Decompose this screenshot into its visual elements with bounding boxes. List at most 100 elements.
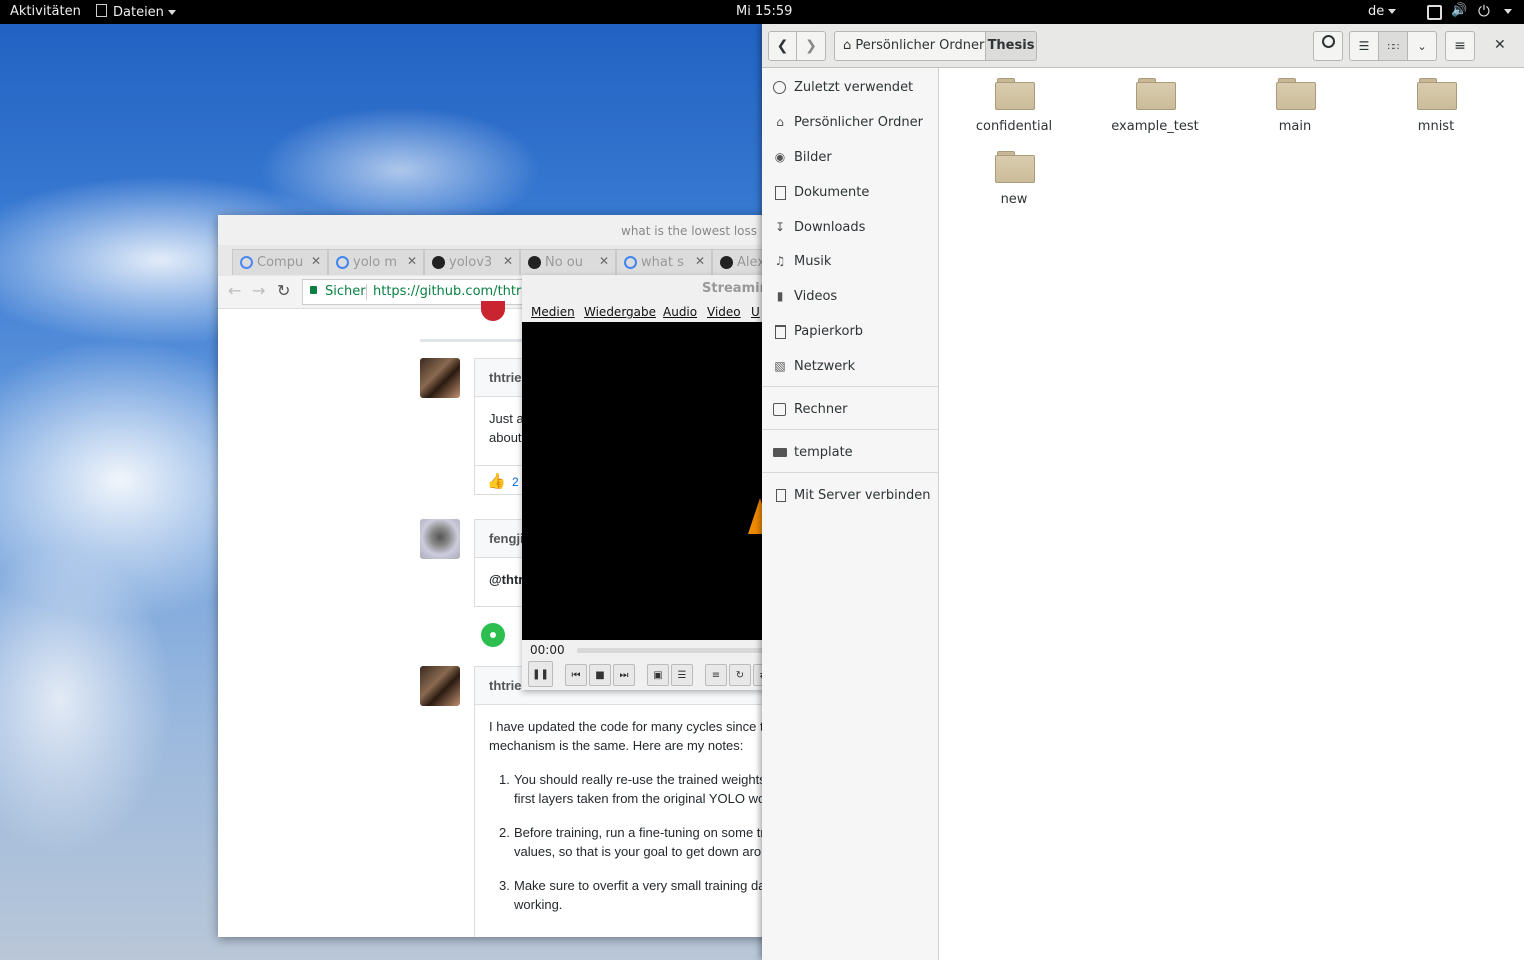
media-player-titlebar: Streaming [522,275,772,300]
grid-view-button[interactable]: ∷∷ [1378,31,1408,61]
chevron-down-icon [1388,9,1397,14]
comment-body: I have updated the code for many cycles … [475,705,778,926]
browser-tab[interactable]: yolo m ✕ [328,249,424,275]
sidebar-item-connect-server[interactable]: Mit Server verbinden [762,481,938,511]
comment-author[interactable]: fengji [489,531,524,546]
sidebar-item-documents[interactable]: Dokumente [762,178,938,208]
thumbs-up-icon[interactable]: 👍 [487,472,506,490]
close-icon[interactable]: ✕ [503,254,513,268]
sidebar-separator [762,429,938,430]
playlist-button[interactable]: ≡ [705,664,727,686]
close-icon[interactable]: ✕ [695,254,705,268]
sidebar-item-computer[interactable]: Rechner [762,395,938,425]
video-icon: ▮ [776,289,784,303]
sidebar-item-home[interactable]: ⌂ Persönlicher Ordner [762,108,938,138]
chevron-left-icon: ❮ [776,38,789,54]
browser-tab[interactable]: yolov3 ✕ [424,249,520,275]
sidebar-item-label: Zuletzt verwendet [794,80,914,95]
extended-settings-button[interactable]: ☰ [671,664,693,686]
forward-button[interactable]: ❯ [797,31,826,61]
folder-item[interactable]: example_test [1095,68,1215,138]
loop-button[interactable]: ↻ [729,664,751,686]
folder-item[interactable]: mnist [1376,68,1496,138]
activities-button[interactable]: Aktivitäten [10,4,81,19]
folder-item[interactable]: confidential [954,68,1074,138]
comment-text-line: @thtr [489,572,524,587]
seek-bar[interactable] [577,648,772,653]
folder-item[interactable]: new [954,141,1074,211]
close-icon[interactable]: ✕ [407,254,417,268]
tab-label: No ou [545,255,584,270]
home-icon: ⌂ [776,115,784,129]
sidebar-item-label: Downloads [794,220,866,235]
hamburger-icon: ≡ [1454,38,1466,54]
folder-label: main [1278,119,1312,134]
tab-label: yolo m [353,255,398,270]
browser-tab[interactable]: Compu ✕ [232,249,328,275]
app-menu[interactable]: Dateien [96,4,176,20]
sidebar-item-videos[interactable]: ▮ Videos [762,282,938,312]
url-text: https://github.com/thtrieu [373,284,542,299]
sidebar-item-downloads[interactable]: ↧ Downloads [762,213,938,243]
breadcrumb-home[interactable]: ⌂ Persönlicher Ordner [834,31,986,61]
secure-label: Sicher [325,284,366,299]
comment-text-line: I have updated the code for many cycles … [489,719,771,734]
sidebar-separator [762,472,938,473]
next-button[interactable]: ⏭ [613,664,635,686]
back-arrow-icon[interactable]: ← [228,281,241,300]
pause-button[interactable]: ❚❚ [528,661,553,687]
stop-button[interactable]: ■ [589,664,611,686]
menu-medien[interactable]: Medien [531,305,575,319]
clock[interactable]: Mi 15:59 [736,4,792,19]
system-menu-chevron[interactable] [1500,4,1512,19]
sidebar-item-template[interactable]: template [762,438,938,468]
search-icon [1321,35,1335,48]
elapsed-time: 00:00 [530,643,565,657]
google-icon [624,256,637,269]
fullscreen-button[interactable]: ▣ [647,664,669,686]
menu-button[interactable]: ≡ [1445,31,1475,61]
menu-untertitel[interactable]: U [751,305,760,319]
menu-audio[interactable]: Audio [663,305,697,319]
comment-author[interactable]: thtrie [489,370,522,385]
browser-window-title: what is the lowest loss [621,224,758,238]
chevron-right-icon: ❯ [805,38,817,54]
menu-video[interactable]: Video [707,305,741,319]
browser-tab[interactable]: what s ✕ [616,249,712,275]
close-window-button[interactable]: ✕ [1494,37,1506,53]
previous-button[interactable]: ⏮ [565,664,587,686]
home-icon: ⌂ [843,38,852,53]
sidebar-item-network[interactable]: ▧ Netzwerk [762,352,938,382]
volume-icon[interactable]: 🔊 [1451,3,1467,18]
sidebar-item-recent[interactable]: Zuletzt verwendet [762,73,938,103]
avatar[interactable] [420,519,460,559]
window-icon[interactable] [1427,5,1442,20]
folder-item[interactable]: main [1235,68,1355,138]
power-icon[interactable]: ⏻ [1478,2,1490,20]
search-button[interactable] [1313,31,1343,61]
video-area[interactable] [522,322,772,640]
close-icon[interactable]: ✕ [311,254,321,268]
avatar[interactable] [420,358,460,398]
tab-label: Alex [737,255,765,270]
tab-label: what s [641,255,684,270]
sidebar-item-pictures[interactable]: ◉ Bilder [762,143,938,173]
folder-icon [1136,78,1176,110]
list-item: 1. You should really re-use the trained … [489,770,778,808]
menu-wiedergabe[interactable]: Wiedergabe [584,305,656,319]
reload-icon[interactable]: ↻ [277,281,290,300]
back-button[interactable]: ❮ [768,31,797,61]
music-icon: ♫ [774,254,786,268]
avatar[interactable] [420,666,460,706]
keyboard-layout-indicator[interactable]: de [1368,4,1397,19]
forward-arrow-icon[interactable]: → [252,281,265,300]
sidebar-item-trash[interactable]: Papierkorb [762,317,938,347]
breadcrumb-current[interactable]: Thesis [985,31,1037,61]
browser-tab[interactable]: No ou ✕ [520,249,616,275]
view-options-button[interactable]: ⌄ [1407,31,1437,61]
list-item-text: Make sure to overfit a very small traini… [514,878,770,893]
document-icon [775,186,786,200]
list-view-button[interactable]: ☰ [1349,31,1379,61]
close-icon[interactable]: ✕ [599,254,609,268]
sidebar-item-music[interactable]: ♫ Musik [762,247,938,277]
